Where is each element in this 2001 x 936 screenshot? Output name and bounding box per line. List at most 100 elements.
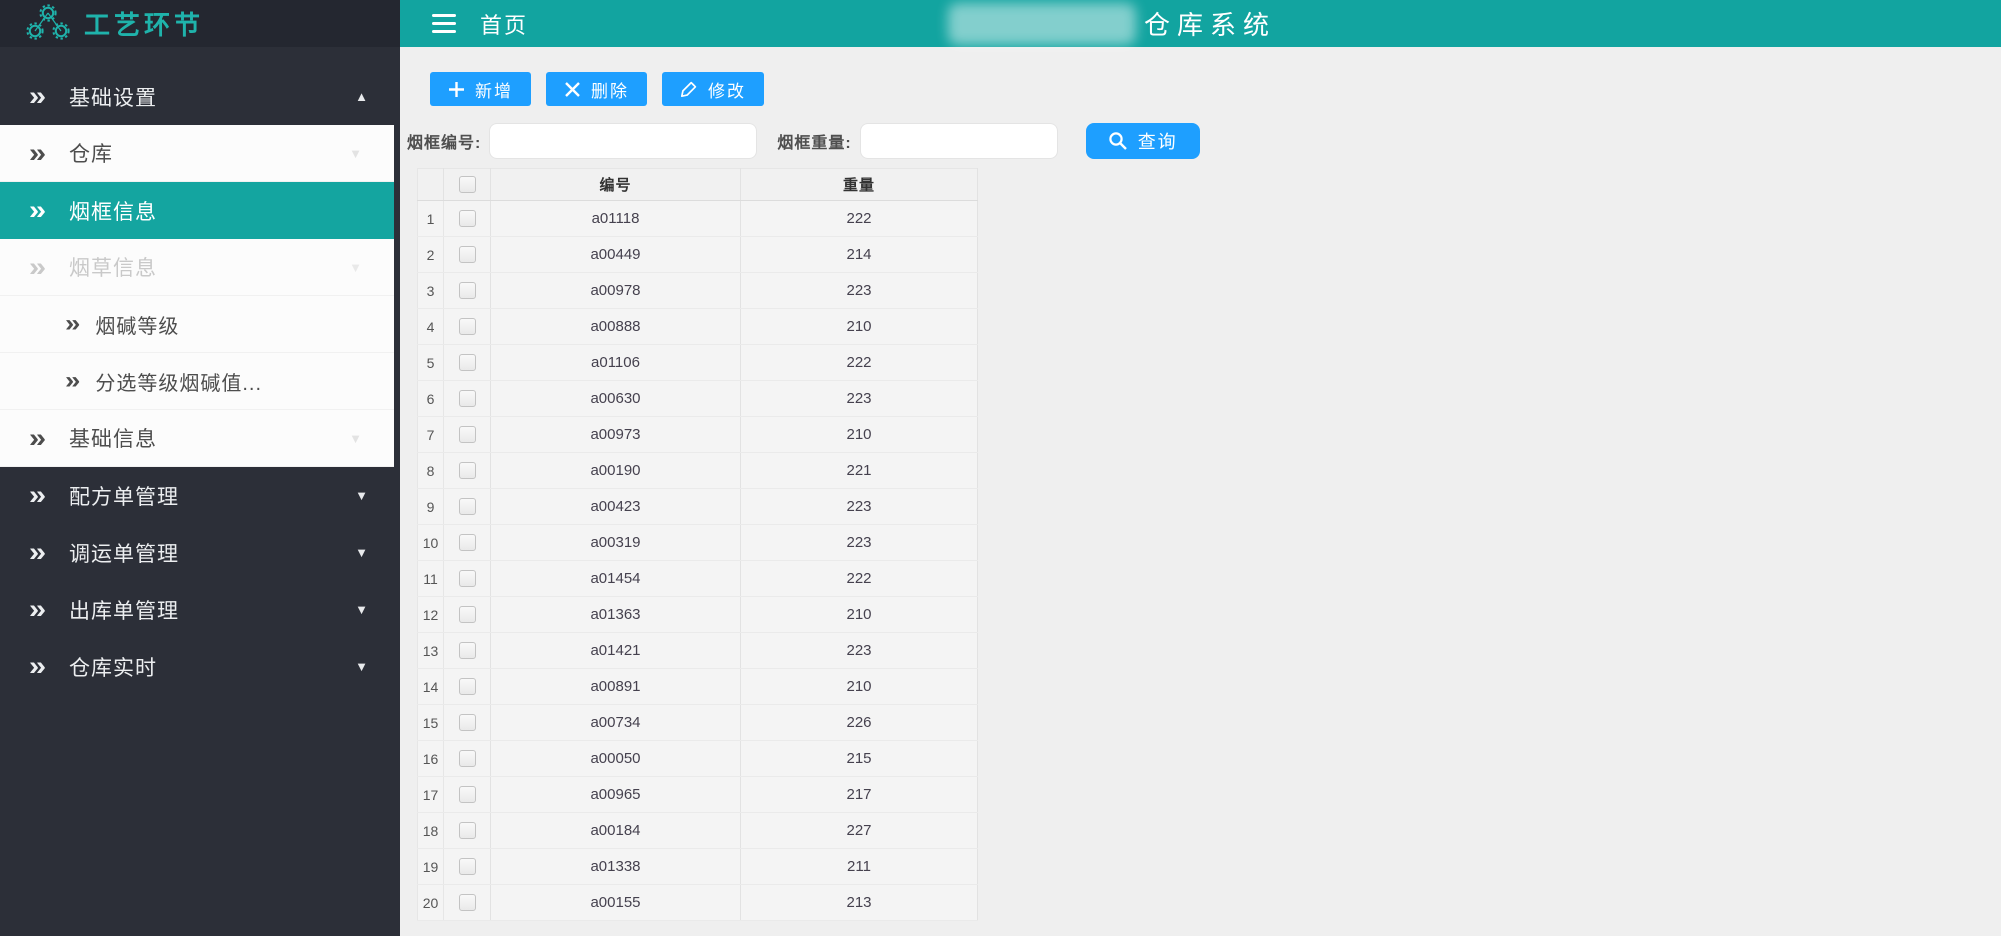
- sidebar-menu-item[interactable]: » 烟框信息: [0, 182, 394, 239]
- frame-code-cell: a01338: [491, 849, 741, 885]
- sidebar-item-label: 配方单管理: [69, 481, 179, 511]
- double-chevron-icon: »: [29, 83, 46, 110]
- table-row[interactable]: 14 a00891 210: [418, 669, 978, 705]
- app-logo-title: 工艺环节: [84, 5, 204, 42]
- row-checkbox[interactable]: [459, 714, 476, 731]
- table-row[interactable]: 16 a00050 215: [418, 741, 978, 777]
- table-row[interactable]: 11 a01454 222: [418, 561, 978, 597]
- sidebar-menu-item[interactable]: » 基础信息 ▼: [0, 410, 394, 467]
- frame-weight-cell: 223: [741, 273, 978, 309]
- sidebar-menu-item[interactable]: » 基础设置 ▲: [0, 68, 400, 125]
- expand-arrow-icon: ▼: [355, 602, 368, 617]
- double-chevron-icon: »: [29, 140, 46, 167]
- query-button-label: 查询: [1138, 128, 1178, 154]
- row-checkbox[interactable]: [459, 462, 476, 479]
- table-row[interactable]: 12 a01363 210: [418, 597, 978, 633]
- row-select-cell: [444, 669, 491, 705]
- row-index: 18: [418, 813, 444, 849]
- table-row[interactable]: 2 a00449 214: [418, 237, 978, 273]
- table-row[interactable]: 19 a01338 211: [418, 849, 978, 885]
- table-row[interactable]: 1 a01118 222: [418, 201, 978, 237]
- row-select-cell: [444, 705, 491, 741]
- row-index: 19: [418, 849, 444, 885]
- table-row[interactable]: 4 a00888 210: [418, 309, 978, 345]
- frame-weight-cell: 223: [741, 381, 978, 417]
- frame-weight-input[interactable]: [860, 123, 1058, 159]
- modify-button[interactable]: 修改: [662, 72, 764, 106]
- sidebar-menu-item[interactable]: » 调运单管理 ▼: [0, 524, 400, 581]
- table-row[interactable]: 10 a00319 223: [418, 525, 978, 561]
- table-row[interactable]: 20 a00155 213: [418, 885, 978, 921]
- row-checkbox[interactable]: [459, 786, 476, 803]
- row-checkbox[interactable]: [459, 390, 476, 407]
- add-button[interactable]: 新增: [430, 72, 531, 106]
- table-row[interactable]: 15 a00734 226: [418, 705, 978, 741]
- sidebar-menu-item[interactable]: » 仓库 ▼: [0, 125, 394, 182]
- row-checkbox[interactable]: [459, 822, 476, 839]
- frame-weight-cell: 223: [741, 633, 978, 669]
- header-title-wrap: 仓库系统: [948, 0, 1276, 47]
- frame-code-cell: a01454: [491, 561, 741, 597]
- table-row[interactable]: 5 a01106 222: [418, 345, 978, 381]
- select-all-checkbox[interactable]: [459, 176, 476, 193]
- double-chevron-icon: »: [29, 254, 46, 281]
- sidebar-menu-item[interactable]: » 烟草信息 ▼: [0, 239, 394, 296]
- table-row[interactable]: 18 a00184 227: [418, 813, 978, 849]
- table-row[interactable]: 7 a00973 210: [418, 417, 978, 453]
- row-checkbox[interactable]: [459, 858, 476, 875]
- sidebar-menu-item[interactable]: » 仓库实时 ▼: [0, 638, 400, 695]
- row-index: 10: [418, 525, 444, 561]
- row-checkbox[interactable]: [459, 318, 476, 335]
- row-checkbox[interactable]: [459, 354, 476, 371]
- row-checkbox[interactable]: [459, 606, 476, 623]
- top-header-bar: 首页 仓库系统: [400, 0, 2001, 47]
- frame-code-input[interactable]: [489, 123, 757, 159]
- table-row[interactable]: 6 a00630 223: [418, 381, 978, 417]
- sidebar-item-label: 基础信息: [69, 423, 157, 453]
- row-select-cell: [444, 885, 491, 921]
- row-index: 1: [418, 201, 444, 237]
- sidebar-menu-item[interactable]: » 烟碱等级: [0, 296, 394, 353]
- menu-toggle-icon[interactable]: [432, 14, 456, 33]
- row-checkbox[interactable]: [459, 534, 476, 551]
- expand-arrow-icon: ▼: [349, 260, 362, 275]
- home-tab[interactable]: 首页: [480, 8, 528, 40]
- row-checkbox[interactable]: [459, 642, 476, 659]
- table-row[interactable]: 13 a01421 223: [418, 633, 978, 669]
- table-row[interactable]: 3 a00978 223: [418, 273, 978, 309]
- row-index: 9: [418, 489, 444, 525]
- row-checkbox[interactable]: [459, 426, 476, 443]
- row-checkbox[interactable]: [459, 282, 476, 299]
- delete-button[interactable]: 删除: [546, 72, 647, 106]
- sidebar-menu-item[interactable]: » 分选等级烟碱值...: [0, 353, 394, 410]
- table-row[interactable]: 17 a00965 217: [418, 777, 978, 813]
- frame-code-cell: a00155: [491, 885, 741, 921]
- table-row[interactable]: 8 a00190 221: [418, 453, 978, 489]
- frame-code-cell: a00184: [491, 813, 741, 849]
- frame-code-cell: a00630: [491, 381, 741, 417]
- row-index: 4: [418, 309, 444, 345]
- content-area: 新增 删除 修改 烟框编号: 烟框重量: 查询: [400, 47, 2001, 921]
- row-checkbox[interactable]: [459, 750, 476, 767]
- row-checkbox[interactable]: [459, 678, 476, 695]
- logo-icon: [22, 4, 74, 44]
- row-select-cell: [444, 345, 491, 381]
- x-icon: [564, 81, 581, 98]
- sidebar-menu-item[interactable]: » 出库单管理 ▼: [0, 581, 400, 638]
- frame-code-cell: a00734: [491, 705, 741, 741]
- sidebar-item-label: 调运单管理: [69, 538, 179, 568]
- sidebar-item-label: 烟碱等级: [95, 310, 179, 339]
- query-button[interactable]: 查询: [1086, 123, 1200, 159]
- frame-weight-cell: 227: [741, 813, 978, 849]
- double-chevron-icon: »: [29, 482, 46, 509]
- row-checkbox[interactable]: [459, 246, 476, 263]
- row-checkbox[interactable]: [459, 894, 476, 911]
- sidebar-menu-item[interactable]: » 配方单管理 ▼: [0, 467, 400, 524]
- table-row[interactable]: 9 a00423 223: [418, 489, 978, 525]
- row-checkbox[interactable]: [459, 498, 476, 515]
- frame-code-cell: a00978: [491, 273, 741, 309]
- row-checkbox[interactable]: [459, 570, 476, 587]
- row-select-cell: [444, 381, 491, 417]
- row-index: 14: [418, 669, 444, 705]
- row-checkbox[interactable]: [459, 210, 476, 227]
